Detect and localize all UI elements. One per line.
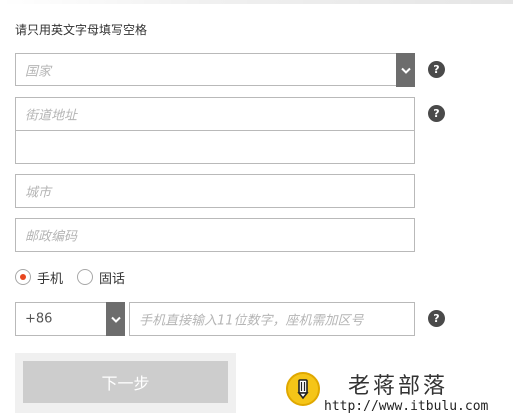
chevron-down-icon: [110, 316, 121, 323]
phone-number-input[interactable]: 手机直接输入11位数字，座机需加区号: [129, 302, 415, 336]
country-code-select-button[interactable]: [106, 302, 125, 336]
instruction-text: 请只用英文字母填写空格: [15, 23, 148, 37]
pencil-logo-icon: [286, 372, 320, 406]
next-button-container: 下一步: [15, 353, 236, 413]
watermark-url: http://www.itbulu.com: [324, 399, 489, 414]
street-address-input[interactable]: 街道地址: [15, 97, 415, 131]
postal-code-placeholder: 邮政编码: [25, 229, 78, 245]
landline-radio-label[interactable]: 固话: [99, 268, 125, 287]
chevron-down-icon: [400, 67, 411, 74]
phone-help-icon[interactable]: ?: [428, 310, 445, 327]
country-placeholder: 国家: [25, 64, 52, 79]
phone-number-placeholder: 手机直接输入11位数字，座机需加区号: [139, 313, 364, 329]
city-input[interactable]: 城市: [15, 174, 415, 208]
country-help-icon[interactable]: ?: [428, 61, 445, 78]
country-code-value: +86: [25, 311, 53, 327]
city-placeholder: 城市: [25, 185, 52, 201]
mobile-radio[interactable]: [15, 269, 31, 285]
mobile-radio-label[interactable]: 手机: [37, 268, 63, 287]
postal-code-input[interactable]: 邮政编码: [15, 218, 415, 252]
watermark-title: 老蒋部落: [348, 374, 449, 399]
street-address-line2-input[interactable]: [15, 130, 415, 164]
pencil-icon: [297, 379, 309, 400]
street-help-icon[interactable]: ?: [428, 105, 445, 122]
top-edge-shadow: [0, 0, 513, 4]
street-address-placeholder: 街道地址: [25, 108, 78, 124]
next-step-button[interactable]: 下一步: [23, 361, 228, 403]
country-select[interactable]: 国家: [15, 53, 415, 87]
country-code-select[interactable]: +86: [15, 302, 125, 336]
country-select-button[interactable]: [396, 53, 415, 87]
phone-type-radio-group: 手机 固话: [15, 266, 139, 288]
landline-radio[interactable]: [77, 269, 94, 285]
